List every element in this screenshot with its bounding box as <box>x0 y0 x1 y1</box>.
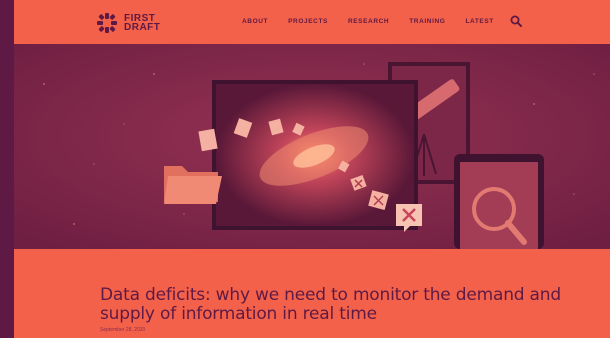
phone-frame <box>454 154 544 249</box>
hero-illustration <box>14 44 610 249</box>
nav-research[interactable]: RESEARCH <box>348 16 389 28</box>
nav-latest[interactable]: LATEST <box>465 16 493 28</box>
site-header: FIRST DRAFT ABOUT PROJECTS RESEARCH TRAI… <box>14 0 610 44</box>
galaxy-frame <box>212 80 418 230</box>
site-logo[interactable]: FIRST DRAFT <box>96 12 160 34</box>
logo-text: FIRST DRAFT <box>124 14 161 33</box>
search-icon[interactable] <box>510 15 522 27</box>
main-nav: ABOUT PROJECTS RESEARCH TRAINING LATEST <box>242 16 514 28</box>
logo-icon <box>97 13 117 33</box>
nav-projects[interactable]: PROJECTS <box>288 16 328 28</box>
article-title[interactable]: Data deficits: why we need to monitor th… <box>100 286 570 324</box>
hero-image <box>14 44 610 249</box>
logo-line-2: DRAFT <box>124 22 161 33</box>
nav-about[interactable]: ABOUT <box>242 16 268 28</box>
page: FIRST DRAFT ABOUT PROJECTS RESEARCH TRAI… <box>14 0 610 338</box>
nav-training[interactable]: TRAINING <box>409 16 445 28</box>
article-date: September 28, 2020 <box>100 327 146 333</box>
